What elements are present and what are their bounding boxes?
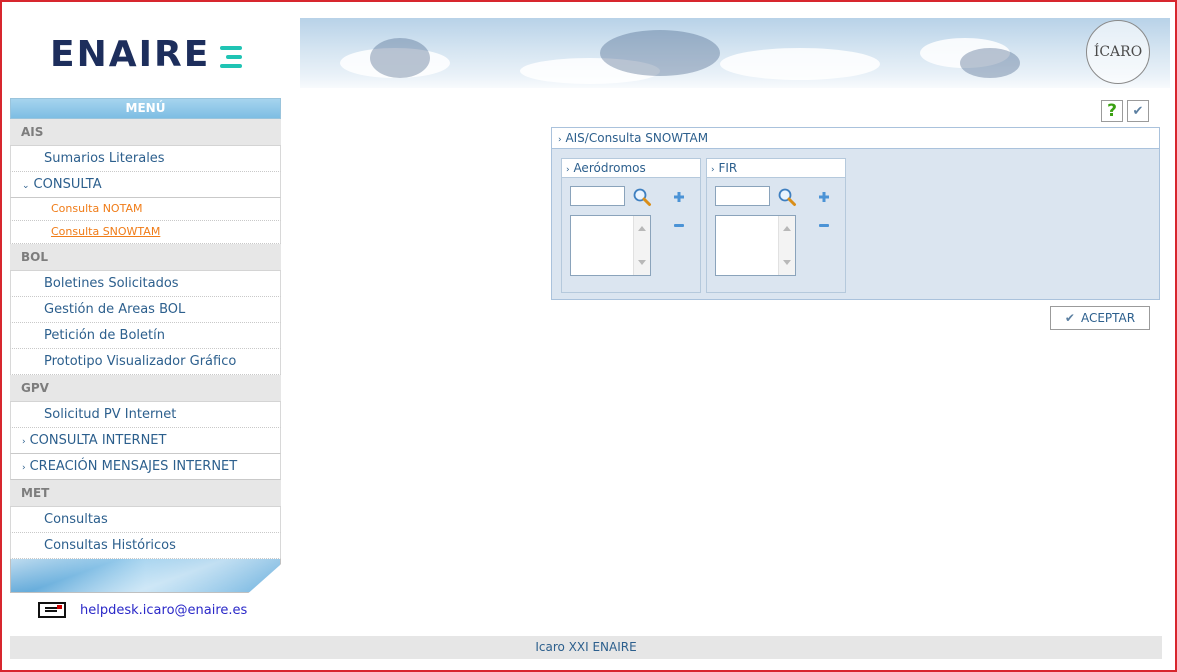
icaro-logo: ÍCARO xyxy=(1086,20,1150,84)
fir-list-scrollbar[interactable] xyxy=(778,216,795,275)
menu-item-gestion-areas-bol[interactable]: Gestión de Areas BOL xyxy=(10,297,281,323)
chevron-down-icon: ⌄ xyxy=(22,181,30,191)
panel-title: AIS/Consulta SNOWTAM xyxy=(565,131,709,145)
footer: Icaro XXI ENAIRE xyxy=(10,636,1162,659)
scroll-up-icon[interactable] xyxy=(783,226,791,231)
scroll-down-icon[interactable] xyxy=(783,260,791,265)
chevron-right-icon: › xyxy=(22,463,26,473)
scroll-up-icon[interactable] xyxy=(638,226,646,231)
accept-button[interactable]: ✔ ACEPTAR xyxy=(1050,306,1150,330)
menu-item-prototipo-visualizador[interactable]: Prototipo Visualizador Gráfico xyxy=(10,349,281,375)
panel-body: › Aeródromos › FIR xyxy=(551,149,1160,300)
confirm-button[interactable]: ✔ xyxy=(1127,100,1149,122)
accept-label: ACEPTAR xyxy=(1080,311,1136,325)
search-icon[interactable] xyxy=(632,187,652,207)
aerodromos-panel: › Aeródromos xyxy=(561,158,701,293)
section-bol: BOL xyxy=(10,244,281,271)
menu-item-consultas-historicos[interactable]: Consultas Históricos xyxy=(10,533,281,559)
chevron-right-icon: › xyxy=(566,165,570,175)
enaire-logo-text: ENAIRE xyxy=(50,34,211,75)
search-icon[interactable] xyxy=(777,187,797,207)
menu-item-solicitud-pv-internet[interactable]: Solicitud PV Internet xyxy=(10,402,281,428)
aerodromos-panel-header: › Aeródromos xyxy=(562,159,700,178)
aerodromos-title: Aeródromos xyxy=(573,161,646,175)
sidebar-menu: MENÚ AIS Sumarios Literales ⌄ CONSULTA Co… xyxy=(10,98,281,593)
menu-item-consulta-snowtam[interactable]: Consulta SNOWTAM xyxy=(10,221,281,244)
help-icon: ? xyxy=(1107,101,1117,121)
panel-header: › AIS/Consulta SNOWTAM xyxy=(551,127,1160,149)
menu-group-consulta-internet-label: CONSULTA INTERNET xyxy=(29,433,167,448)
menu-group-consulta-internet[interactable]: › CONSULTA INTERNET xyxy=(10,428,281,454)
menu-group-consulta-label: CONSULTA xyxy=(33,177,102,192)
menu-group-consulta[interactable]: ⌄ CONSULTA xyxy=(10,172,281,198)
add-icon[interactable] xyxy=(674,192,684,202)
aerodromos-list[interactable] xyxy=(570,215,651,276)
menu-item-consultas[interactable]: Consultas xyxy=(10,507,281,533)
enaire-logo-mark xyxy=(220,45,243,68)
menu-item-boletines-solicitados[interactable]: Boletines Solicitados xyxy=(10,271,281,297)
scroll-down-icon[interactable] xyxy=(638,260,646,265)
sidebar-decoration xyxy=(10,559,281,593)
check-icon: ✔ xyxy=(1064,311,1075,325)
section-gpv: GPV xyxy=(10,375,281,402)
section-ais: AIS xyxy=(10,119,281,146)
aerodromos-input[interactable] xyxy=(570,186,625,206)
sky-banner-image xyxy=(300,18,1170,88)
page-frame: ENAIRE ÍCARO MENÚ AIS Sumarios Literales… xyxy=(0,0,1177,672)
check-icon: ✔ xyxy=(1132,103,1144,119)
menu-item-peticion-boletin[interactable]: Petición de Boletín xyxy=(10,323,281,349)
chevron-right-icon: › xyxy=(711,165,715,175)
fir-panel: › FIR xyxy=(706,158,846,293)
fir-input[interactable] xyxy=(715,186,770,206)
add-icon[interactable] xyxy=(819,192,829,202)
help-button[interactable]: ? xyxy=(1101,100,1123,122)
header-banner: ENAIRE ÍCARO xyxy=(10,10,1170,88)
enaire-logo: ENAIRE xyxy=(50,34,243,75)
menu-item-sumarios-literales[interactable]: Sumarios Literales xyxy=(10,146,281,172)
fir-title: FIR xyxy=(718,161,738,175)
chevron-right-icon: › xyxy=(22,437,26,447)
fir-list[interactable] xyxy=(715,215,796,276)
snowtam-query-panel: › AIS/Consulta SNOWTAM › Aeródromos › FI… xyxy=(551,127,1160,300)
menu-group-creacion-mensajes[interactable]: › CREACIÓN MENSAJES INTERNET xyxy=(10,454,281,480)
menu-title: MENÚ xyxy=(10,98,281,119)
menu-group-creacion-mensajes-label: CREACIÓN MENSAJES INTERNET xyxy=(29,459,238,474)
remove-icon[interactable] xyxy=(674,224,684,227)
helpdesk-email-link[interactable]: helpdesk.icaro@enaire.es xyxy=(80,603,247,618)
menu-item-consulta-notam[interactable]: Consulta NOTAM xyxy=(10,198,281,221)
chevron-right-icon: › xyxy=(558,135,562,145)
mail-icon xyxy=(38,602,66,618)
helpdesk-contact: helpdesk.icaro@enaire.es xyxy=(38,602,247,618)
aerodromos-list-scrollbar[interactable] xyxy=(633,216,650,275)
section-met: MET xyxy=(10,480,281,507)
fir-panel-header: › FIR xyxy=(707,159,845,178)
remove-icon[interactable] xyxy=(819,224,829,227)
